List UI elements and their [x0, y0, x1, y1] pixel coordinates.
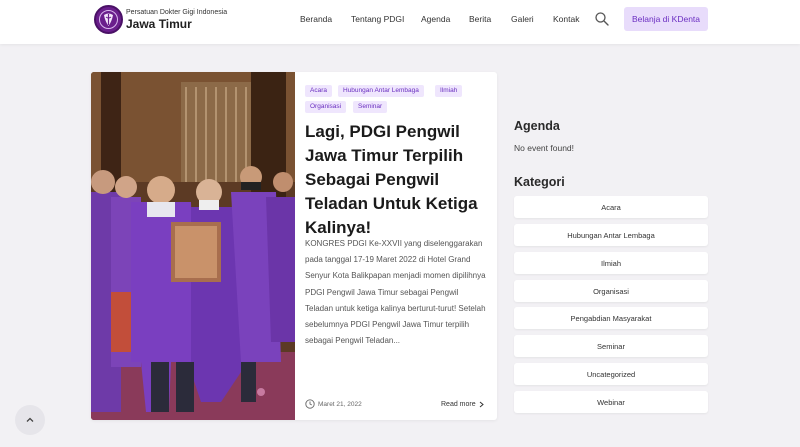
category-pengabdian-masyarakat[interactable]: Pengabdian Masyarakat	[514, 307, 708, 329]
nav-galeri[interactable]: Galeri	[511, 14, 534, 24]
post-image[interactable]	[91, 72, 295, 420]
nav-berita[interactable]: Berita	[469, 14, 491, 24]
nav-beranda[interactable]: Beranda	[300, 14, 332, 24]
post-title[interactable]: Lagi, PDGI Pengwil Jawa Timur Terpilih S…	[305, 120, 489, 240]
agenda-heading: Agenda	[514, 119, 560, 133]
read-more-label: Read more	[441, 400, 476, 408]
category-seminar[interactable]: Seminar	[514, 335, 708, 357]
category-ilmiah[interactable]: Ilmiah	[514, 252, 708, 274]
category-hubungan-antar-lembaga[interactable]: Hubungan Antar Lembaga	[514, 224, 708, 246]
read-more-link[interactable]: Read more	[441, 398, 485, 410]
chevron-right-icon	[479, 401, 484, 407]
shop-kdenta-button[interactable]: Belanja di KDenta	[624, 7, 708, 31]
site-header: Persatuan Dokter Gigi Indonesia Jawa Tim…	[0, 0, 800, 44]
post-card: Acara Hubungan Antar Lembaga Ilmiah Orga…	[91, 72, 497, 420]
tag-ilmiah[interactable]: Ilmiah	[435, 85, 463, 97]
scroll-to-top-button[interactable]	[15, 405, 45, 435]
nav-agenda[interactable]: Agenda	[421, 14, 450, 24]
post-excerpt: KONGRES PDGI Ke-XXVII yang diselenggarak…	[305, 239, 486, 346]
pdgi-logo-icon[interactable]	[94, 5, 123, 34]
nav-kontak[interactable]: Kontak	[553, 14, 579, 24]
agenda-empty-text: No event found!	[514, 143, 575, 153]
nav-tentang-pdgi[interactable]: Tentang PDGI	[351, 14, 404, 24]
category-webinar[interactable]: Webinar	[514, 391, 708, 413]
category-organisasi[interactable]: Organisasi	[514, 280, 708, 302]
tag-organisasi[interactable]: Organisasi	[305, 101, 347, 113]
tag-hubungan-antar-lembaga[interactable]: Hubungan Antar Lembaga	[338, 85, 424, 97]
category-uncategorized[interactable]: Uncategorized	[514, 363, 708, 385]
tag-acara[interactable]: Acara	[305, 85, 332, 97]
kategori-heading: Kategori	[514, 175, 565, 189]
post-date: Maret 21, 2022	[318, 400, 362, 408]
category-acara[interactable]: Acara	[514, 196, 708, 218]
brand-tagline: Persatuan Dokter Gigi Indonesia	[126, 9, 228, 16]
brand-name[interactable]: Jawa Timur	[126, 17, 192, 31]
post-date-wrap: Maret 21, 2022	[305, 398, 362, 410]
tag-seminar[interactable]: Seminar	[353, 101, 388, 113]
chevron-up-icon	[26, 417, 34, 422]
clock-icon	[305, 399, 315, 409]
search-icon[interactable]	[594, 11, 610, 27]
